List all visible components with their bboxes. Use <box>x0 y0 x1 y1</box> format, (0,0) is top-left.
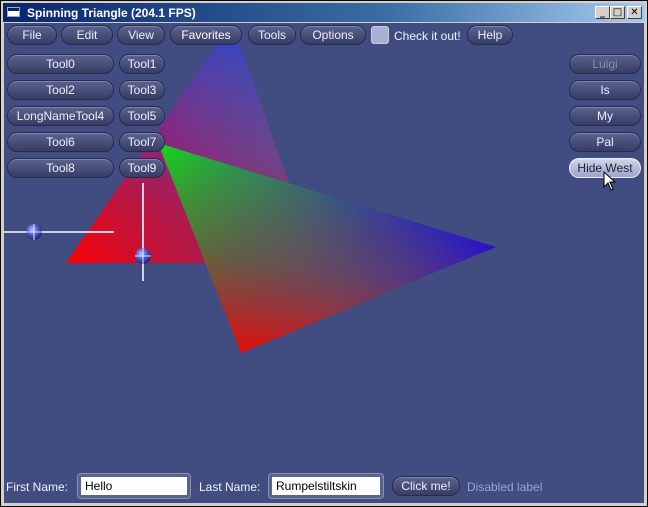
first-name-field-frame <box>77 473 191 499</box>
menu-options[interactable]: Options <box>300 25 366 45</box>
window-title: Spinning Triangle (204.1 FPS) <box>27 6 196 20</box>
menu-view[interactable]: View <box>117 25 165 45</box>
menu-file[interactable]: File <box>7 25 57 45</box>
menu-edit[interactable]: Edit <box>61 25 113 45</box>
close-button[interactable]: ✕ <box>627 6 642 19</box>
tool2-button[interactable]: Tool2 <box>7 80 114 100</box>
application-window: Spinning Triangle (204.1 FPS) _ □ ✕ File… <box>0 0 648 507</box>
checkbox-label: Check it out! <box>394 29 461 43</box>
tool5-button[interactable]: Tool5 <box>119 106 165 126</box>
click-me-button[interactable]: Click me! <box>392 476 460 496</box>
pal-button[interactable]: Pal <box>569 132 641 152</box>
menu-favorites[interactable]: Favorites <box>170 25 242 45</box>
tool7-button[interactable]: Tool7 <box>119 132 165 152</box>
tool1-button[interactable]: Tool1 <box>119 54 165 74</box>
menu-help[interactable]: Help <box>467 25 513 45</box>
luigi-button: Luigi <box>569 54 641 74</box>
tool6-button[interactable]: Tool6 <box>7 132 114 152</box>
check-it-out-checkbox[interactable] <box>371 26 389 44</box>
is-button[interactable]: Is <box>569 80 641 100</box>
front-triangle <box>158 143 496 353</box>
arrow-cursor-icon <box>603 171 617 191</box>
render-canvas[interactable]: File Edit View Favorites Tools Options C… <box>4 23 644 503</box>
last-name-field-frame <box>268 473 384 499</box>
maximize-button[interactable]: □ <box>610 6 625 19</box>
tool3-button[interactable]: Tool3 <box>119 80 165 100</box>
tool8-button[interactable]: Tool8 <box>7 158 114 178</box>
last-name-label: Last Name: <box>199 480 261 494</box>
window-app-icon <box>7 7 20 17</box>
tool9-button[interactable]: Tool9 <box>119 158 165 178</box>
minimize-button[interactable]: _ <box>595 6 610 19</box>
disabled-label: Disabled label <box>467 480 543 494</box>
title-bar[interactable]: Spinning Triangle (204.1 FPS) _ □ ✕ <box>3 3 645 22</box>
sphere-knob-icon[interactable] <box>135 248 151 264</box>
last-name-input[interactable] <box>272 477 380 495</box>
long-name-tool4-button[interactable]: LongNameTool4 <box>7 106 114 126</box>
my-button[interactable]: My <box>569 106 641 126</box>
tool0-button[interactable]: Tool0 <box>7 54 114 74</box>
first-name-label: First Name: <box>6 480 69 494</box>
menu-tools[interactable]: Tools <box>248 25 296 45</box>
sphere-knob-icon[interactable] <box>26 224 42 240</box>
first-name-input[interactable] <box>81 477 187 495</box>
